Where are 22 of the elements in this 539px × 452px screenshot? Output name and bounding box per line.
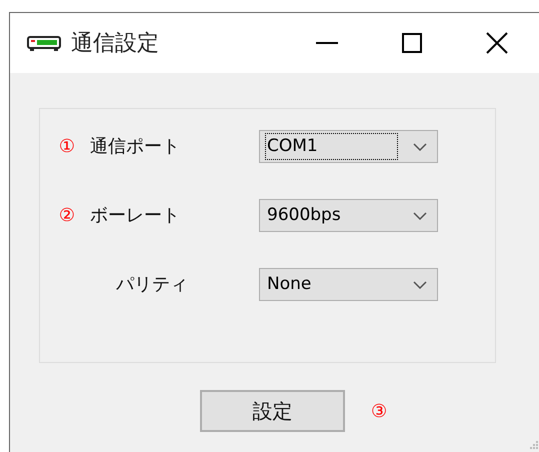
chevron-down-icon [413, 280, 427, 288]
field-label: パリティ [115, 273, 189, 297]
close-icon [486, 32, 508, 54]
chevron-down-icon [413, 212, 427, 220]
dropdown-value: COM1 [266, 134, 397, 160]
resize-grip-icon [529, 440, 539, 450]
minimize-icon [316, 42, 338, 44]
maximize-icon [402, 33, 422, 53]
number-marker: ② [58, 204, 76, 228]
device-icon [27, 35, 61, 51]
number-marker: ③ [371, 400, 388, 424]
dropdown-value: None [266, 272, 312, 296]
dropdown-value: 9600bps [266, 204, 342, 227]
number-marker: ① [58, 135, 76, 159]
dropdown[interactable]: 9600bps [259, 199, 438, 232]
window-title: 通信設定 [71, 30, 159, 58]
dropdown[interactable]: COM1 [259, 130, 438, 163]
field-label: ボーレート [90, 204, 181, 228]
dropdown[interactable]: None [259, 268, 438, 301]
chevron-down-icon [413, 142, 427, 150]
apply-button[interactable]: 設定 [200, 390, 345, 432]
field-label: 通信ポート [90, 135, 181, 159]
